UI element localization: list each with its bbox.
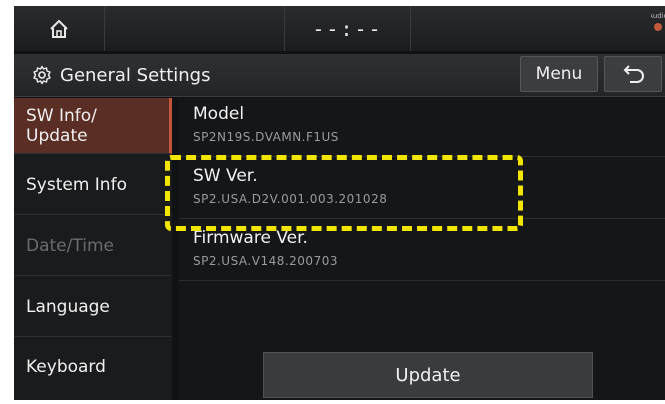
menu-button[interactable]: Menu: [520, 56, 598, 92]
sidebar-item-date-time: Date/Time: [14, 216, 172, 276]
audio-status-icon: [654, 23, 662, 31]
sidebar-item-sw-info-update[interactable]: SW Info/ Update: [14, 98, 172, 154]
gear-icon: [32, 65, 52, 85]
firmware-version-label: Firmware Ver.: [193, 228, 308, 248]
sw-info-panel: Model SP2N19S.DVAMN.F1US SW Ver. SP2.USA…: [179, 98, 665, 400]
clock: --:--: [284, 6, 411, 51]
infotainment-screen: --:-- Audio General Settings Menu: [14, 6, 665, 400]
sidebar-item-keyboard[interactable]: Keyboard: [14, 338, 172, 396]
model-value: SP2N19S.DVAMN.F1US: [193, 130, 339, 144]
settings-sidebar: SW Info/ Update System Info Date/Time La…: [14, 98, 172, 400]
page-title: General Settings: [32, 54, 211, 96]
back-arrow-icon: [620, 64, 646, 84]
audio-label: Audio: [651, 12, 665, 20]
title-bar: General Settings Menu: [14, 54, 665, 97]
firmware-version-row: Firmware Ver. SP2.USA.V148.200703: [179, 222, 665, 281]
model-label: Model: [193, 104, 245, 124]
sidebar-item-system-info[interactable]: System Info: [14, 155, 172, 215]
sw-version-label: SW Ver.: [193, 166, 258, 186]
home-icon: [48, 18, 70, 40]
sw-version-row: SW Ver. SP2.USA.D2V.001.003.201028: [179, 160, 665, 219]
sw-version-value: SP2.USA.D2V.001.003.201028: [193, 192, 388, 206]
firmware-version-value: SP2.USA.V148.200703: [193, 254, 338, 268]
sidebar-item-language[interactable]: Language: [14, 277, 172, 337]
status-bar: --:-- Audio: [14, 6, 665, 51]
back-button[interactable]: [604, 56, 662, 92]
update-button[interactable]: Update: [263, 352, 593, 398]
model-row: Model SP2N19S.DVAMN.F1US: [179, 98, 665, 157]
home-button[interactable]: [14, 6, 105, 51]
page-title-text: General Settings: [60, 64, 211, 86]
audio-indicator: Audio: [651, 12, 665, 44]
